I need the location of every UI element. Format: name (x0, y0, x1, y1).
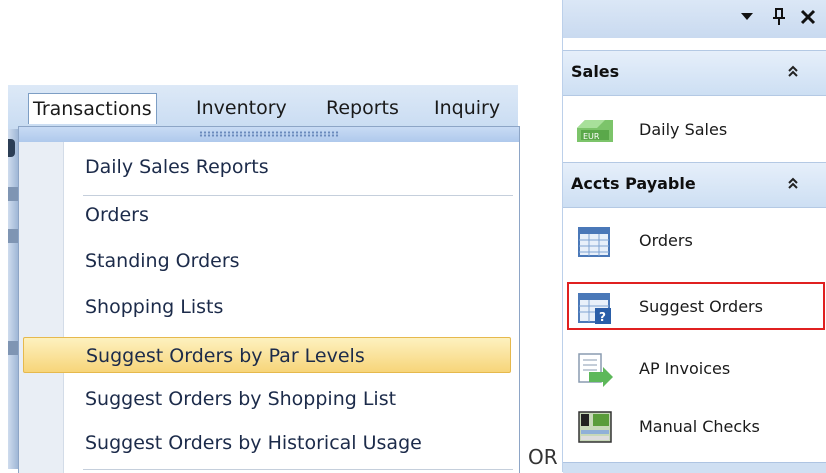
menu-separator (83, 195, 513, 196)
section-sales-header[interactable]: Sales (563, 50, 826, 96)
manual-checks-icon (578, 411, 612, 443)
collapse-icon[interactable] (787, 64, 799, 82)
menu-reports[interactable]: Reports (322, 93, 403, 123)
nav-label: Suggest Orders (639, 297, 763, 316)
svg-text:?: ? (599, 310, 606, 324)
menu-bar: Transactions Inventory Reports Inquiry (8, 85, 518, 129)
section-title: Sales (571, 62, 620, 81)
menu-item-daily-sales-reports[interactable]: Daily Sales Reports (85, 149, 269, 185)
section-title: Accts Payable (571, 174, 696, 193)
menu-separator (83, 469, 513, 470)
menu-item-suggest-historical-usage[interactable]: Suggest Orders by Historical Usage (85, 425, 422, 461)
suggest-orders-icon: ? (578, 293, 611, 324)
ap-invoices-icon (578, 353, 613, 387)
dropdown-arrow-icon[interactable] (739, 8, 755, 29)
nav-item-manual-checks[interactable]: Manual Checks (563, 402, 826, 454)
menu-inventory[interactable]: Inventory (192, 93, 291, 123)
pin-icon[interactable] (771, 8, 787, 31)
daily-sales-icon: EUR (577, 120, 613, 142)
menu-item-standing-orders[interactable]: Standing Orders (85, 243, 240, 279)
menu-item-orders[interactable]: Orders (85, 197, 149, 233)
nav-item-ap-invoices[interactable]: AP Invoices (563, 344, 826, 396)
nav-label: Orders (639, 231, 693, 250)
nav-item-orders[interactable]: Orders (563, 216, 826, 268)
close-icon[interactable] (799, 8, 817, 31)
nav-item-suggest-orders[interactable]: ? Suggest Orders (563, 282, 826, 334)
menu-item-shopping-lists[interactable]: Shopping Lists (85, 289, 223, 325)
nav-item-daily-sales[interactable]: EUR Daily Sales (563, 102, 826, 154)
menu-item-suggest-shopping-list[interactable]: Suggest Orders by Shopping List (85, 381, 396, 417)
or-label: OR (528, 445, 558, 469)
menu-grip[interactable] (19, 127, 519, 142)
menu-icon-gutter (19, 142, 64, 473)
window-edge (8, 129, 18, 469)
collapse-icon[interactable] (787, 176, 799, 194)
panel-header (563, 0, 826, 38)
nav-label: AP Invoices (639, 359, 731, 378)
nav-label: Daily Sales (639, 120, 728, 139)
orders-grid-icon (578, 227, 610, 257)
nav-label: Manual Checks (639, 417, 760, 436)
menu-inquiry[interactable]: Inquiry (430, 93, 504, 123)
section-accts-payable-header[interactable]: Accts Payable (563, 162, 826, 208)
transactions-dropdown: Daily Sales Reports Orders Standing Orde… (18, 126, 520, 473)
menu-transactions[interactable]: Transactions (28, 93, 157, 124)
side-panel: Sales EUR Daily Sales Accts Payable Orde… (562, 0, 826, 473)
svg-text:EUR: EUR (583, 132, 600, 141)
menu-item-suggest-par-levels[interactable]: Suggest Orders by Par Levels (23, 337, 511, 373)
panel-footer (563, 462, 826, 473)
